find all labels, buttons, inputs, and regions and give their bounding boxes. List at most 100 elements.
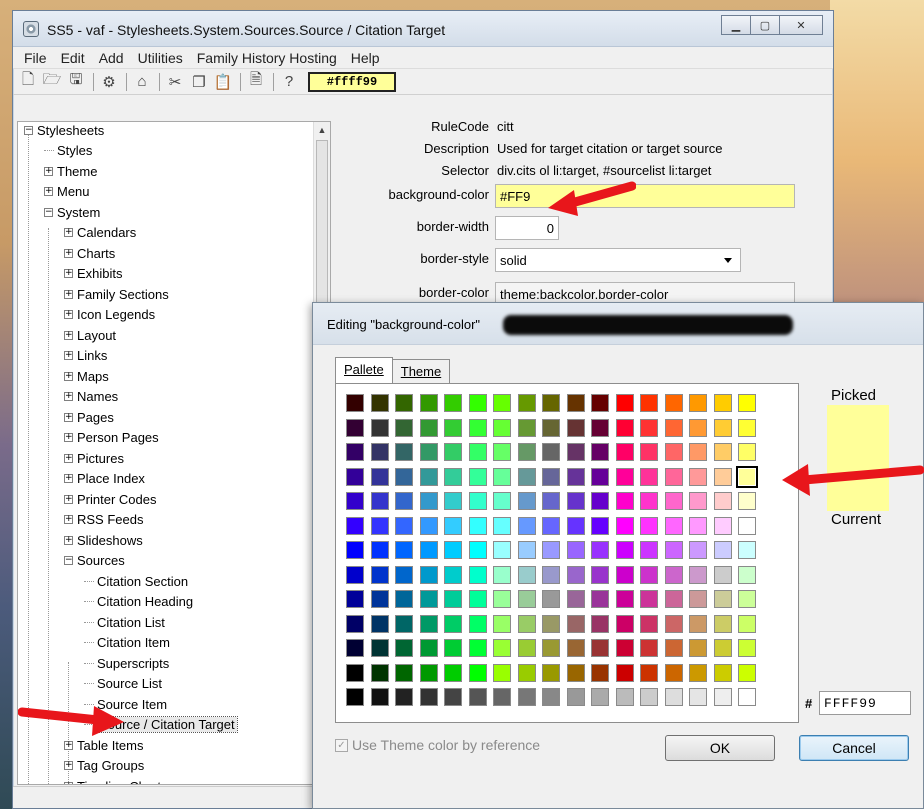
- color-swatch[interactable]: [395, 663, 413, 682]
- hex-color-input[interactable]: FFFF99: [819, 691, 911, 715]
- color-swatch[interactable]: [444, 443, 462, 461]
- color-swatch[interactable]: [370, 541, 389, 559]
- color-swatch[interactable]: [468, 590, 487, 608]
- color-swatch[interactable]: [664, 639, 683, 657]
- color-swatch[interactable]: [517, 590, 536, 608]
- color-swatch[interactable]: [566, 688, 585, 706]
- expand-icon[interactable]: +: [64, 535, 73, 545]
- color-swatch[interactable]: [346, 492, 364, 510]
- color-swatch[interactable]: [689, 614, 707, 633]
- tree-item[interactable]: Citation Heading: [84, 592, 193, 612]
- color-swatch[interactable]: [517, 443, 536, 461]
- color-swatch[interactable]: [419, 614, 438, 633]
- expand-icon[interactable]: +: [64, 412, 73, 422]
- tree-item[interactable]: + Icon Legends: [64, 305, 155, 325]
- color-swatch[interactable]: [566, 541, 585, 559]
- color-swatch[interactable]: [640, 492, 658, 510]
- color-swatch[interactable]: [370, 516, 389, 535]
- color-swatch[interactable]: [640, 516, 658, 535]
- color-swatch[interactable]: [566, 614, 585, 633]
- color-swatch[interactable]: [542, 663, 560, 682]
- tree-item[interactable]: + Layout: [64, 325, 116, 345]
- color-swatch[interactable]: [444, 663, 462, 682]
- color-swatch[interactable]: [591, 688, 609, 706]
- expand-icon[interactable]: +: [64, 474, 73, 483]
- color-swatch[interactable]: [395, 541, 413, 559]
- color-swatch[interactable]: [713, 614, 732, 633]
- menu-utilities[interactable]: Utilities: [131, 50, 190, 66]
- color-swatch[interactable]: [468, 394, 487, 412]
- color-swatch[interactable]: [468, 565, 487, 584]
- tree-item[interactable]: + Calendars: [64, 223, 136, 243]
- color-swatch[interactable]: [395, 688, 413, 706]
- color-swatch[interactable]: [738, 590, 756, 608]
- tab-theme[interactable]: Theme: [391, 359, 451, 383]
- color-swatch[interactable]: [395, 418, 413, 437]
- color-swatch[interactable]: [664, 590, 683, 608]
- color-swatch[interactable]: [493, 467, 511, 486]
- color-swatch[interactable]: [738, 688, 756, 706]
- color-swatch[interactable]: [615, 614, 634, 633]
- color-swatch[interactable]: [664, 516, 683, 535]
- color-swatch[interactable]: [346, 639, 364, 657]
- color-swatch[interactable]: [689, 516, 707, 535]
- color-swatch[interactable]: [517, 663, 536, 682]
- color-swatch[interactable]: [664, 541, 683, 559]
- color-swatch[interactable]: [370, 639, 389, 657]
- color-swatch[interactable]: [615, 565, 634, 584]
- color-swatch[interactable]: [370, 467, 389, 486]
- use-theme-checkbox[interactable]: ✓ Use Theme color by reference: [335, 737, 540, 753]
- tree-item[interactable]: + Slideshows: [64, 530, 143, 550]
- expand-icon[interactable]: +: [64, 761, 73, 770]
- color-swatch[interactable]: [370, 492, 389, 510]
- color-swatch[interactable]: [689, 418, 707, 437]
- color-swatch[interactable]: [738, 541, 756, 559]
- color-swatch[interactable]: [346, 394, 364, 412]
- menu-help[interactable]: Help: [344, 50, 387, 66]
- color-swatch[interactable]: [542, 394, 560, 412]
- bgcolor-field[interactable]: #FF9: [495, 184, 795, 208]
- expand-icon[interactable]: +: [64, 330, 73, 340]
- color-swatch[interactable]: [370, 663, 389, 682]
- expand-icon[interactable]: +: [64, 351, 73, 360]
- color-swatch[interactable]: [713, 590, 732, 608]
- color-swatch[interactable]: [517, 639, 536, 657]
- color-swatch[interactable]: [468, 688, 487, 706]
- color-swatch[interactable]: [517, 688, 536, 706]
- color-swatch[interactable]: [468, 614, 487, 633]
- color-swatch[interactable]: [346, 443, 364, 461]
- color-swatch[interactable]: [664, 443, 683, 461]
- expand-icon[interactable]: +: [64, 228, 73, 237]
- color-swatch[interactable]: [738, 639, 756, 657]
- color-swatch[interactable]: [713, 541, 732, 559]
- tree-item[interactable]: Citation Section: [84, 571, 188, 591]
- collapse-icon[interactable]: −: [44, 207, 53, 217]
- color-swatch[interactable]: [419, 443, 438, 461]
- expand-icon[interactable]: +: [64, 371, 73, 381]
- color-swatch[interactable]: [419, 688, 438, 706]
- color-swatch[interactable]: [542, 565, 560, 584]
- color-swatch[interactable]: [566, 639, 585, 657]
- color-swatch[interactable]: [689, 492, 707, 510]
- color-swatch[interactable]: [615, 394, 634, 412]
- tab-pallete[interactable]: Pallete: [335, 357, 393, 383]
- color-swatch[interactable]: [713, 492, 732, 510]
- color-swatch[interactable]: [419, 394, 438, 412]
- color-swatch[interactable]: [517, 467, 536, 486]
- color-swatch[interactable]: [713, 663, 732, 682]
- color-swatch[interactable]: [346, 614, 364, 633]
- color-swatch[interactable]: [713, 516, 732, 535]
- color-swatch[interactable]: [493, 590, 511, 608]
- color-swatch[interactable]: [419, 590, 438, 608]
- color-swatch[interactable]: [640, 394, 658, 412]
- color-swatch[interactable]: [736, 465, 758, 488]
- tree-item[interactable]: + Pages: [64, 407, 114, 427]
- color-swatch[interactable]: [640, 565, 658, 584]
- color-swatch[interactable]: [346, 663, 364, 682]
- color-swatch[interactable]: [591, 590, 609, 608]
- color-swatch[interactable]: [395, 443, 413, 461]
- color-swatch[interactable]: [346, 565, 364, 584]
- border-style-select[interactable]: solid: [495, 248, 741, 272]
- color-swatch[interactable]: [395, 565, 413, 584]
- color-swatch[interactable]: [493, 688, 511, 706]
